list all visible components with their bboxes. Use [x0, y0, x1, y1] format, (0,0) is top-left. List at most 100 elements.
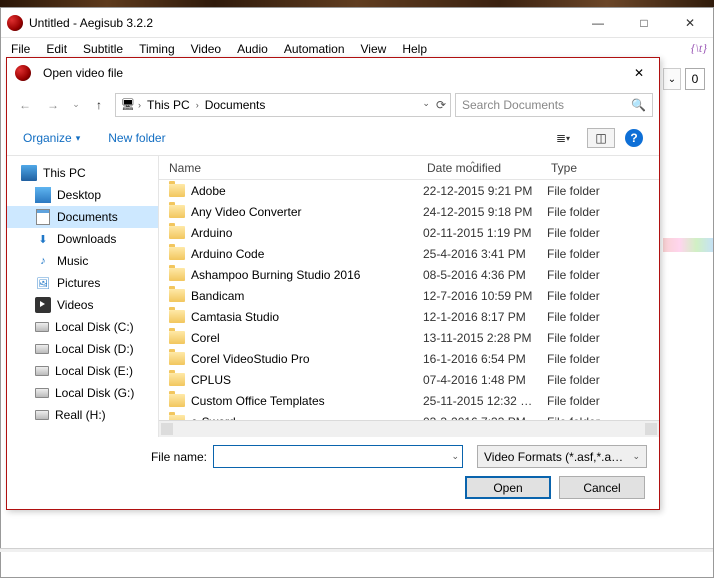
folder-icon	[169, 184, 185, 197]
view-options-button[interactable]: ≣ ▾	[549, 128, 577, 148]
window-close-button[interactable]: ✕	[667, 8, 713, 37]
organize-menu[interactable]: Organize▾	[23, 131, 80, 145]
file-name: Corel VideoStudio Pro	[191, 352, 423, 366]
file-row[interactable]: e-Sword03-3-2016 7:33 PMFile folder	[159, 411, 659, 420]
search-input[interactable]	[462, 98, 631, 112]
sidebar-item-local-disk-e-[interactable]: Local Disk (E:)	[7, 360, 158, 382]
sidebar-item-desktop[interactable]: Desktop	[7, 184, 158, 206]
address-bar[interactable]: 🖥 › This PC › Documents ⌄ ⟳	[115, 93, 451, 117]
cancel-button[interactable]: Cancel	[559, 476, 645, 499]
pic-icon: 🖼	[35, 275, 51, 291]
menu-timing[interactable]: Timing	[131, 39, 183, 59]
file-list[interactable]: Adobe22-12-2015 9:21 PMFile folderAny Vi…	[159, 180, 659, 420]
vid-icon	[35, 297, 51, 313]
sidebar-item-label: Music	[57, 254, 88, 268]
open-button[interactable]: Open	[465, 476, 551, 499]
file-name: Camtasia Studio	[191, 310, 423, 324]
sidebar: This PCDesktop Documents ⬇Downloads ♪ Music 🖼…	[7, 156, 159, 437]
refresh-icon[interactable]: ⟳	[436, 98, 446, 112]
sidebar-item-videos[interactable]: Videos	[7, 294, 158, 316]
sidebar-item-label: Pictures	[57, 276, 100, 290]
menu-audio[interactable]: Audio	[229, 39, 276, 59]
filetype-filter[interactable]: Video Formats (*.asf,*.avi,*.avs, ⌄	[477, 445, 647, 468]
filename-input[interactable]	[213, 445, 463, 468]
effect-placeholder: {\t}	[691, 41, 707, 56]
file-row[interactable]: Any Video Converter24-12-2015 9:18 PMFil…	[159, 201, 659, 222]
sidebar-item-downloads[interactable]: ⬇Downloads	[7, 228, 158, 250]
right-toolbar: ⌄ 0	[663, 68, 711, 90]
menu-file[interactable]: File	[3, 39, 38, 59]
file-row[interactable]: Ashampoo Burning Studio 201608-5-2016 4:…	[159, 264, 659, 285]
file-row[interactable]: Corel VideoStudio Pro16-1-2016 6:54 PMFi…	[159, 348, 659, 369]
column-headers[interactable]: Name ⌃ Date modified Type	[159, 156, 659, 180]
folder-icon	[169, 310, 185, 323]
menu-subtitle[interactable]: Subtitle	[75, 39, 131, 59]
menu-help[interactable]: Help	[394, 39, 435, 59]
file-row[interactable]: CPLUS07-4-2016 1:48 PMFile folder	[159, 369, 659, 390]
menu-automation[interactable]: Automation	[276, 39, 353, 59]
dialog-titlebar[interactable]: Open video file ✕	[7, 58, 659, 88]
filename-label: File name:	[147, 450, 207, 464]
sidebar-item-label: Documents	[57, 210, 118, 224]
menu-video[interactable]: Video	[183, 39, 229, 59]
column-type[interactable]: Type	[541, 161, 659, 175]
breadcrumb[interactable]: This PC	[143, 96, 194, 114]
folder-icon	[169, 331, 185, 344]
maximize-button[interactable]: □	[621, 8, 667, 37]
sidebar-item-documents[interactable]: Documents	[7, 206, 158, 228]
preview-pane-button[interactable]: ◫	[587, 128, 615, 148]
window-title: Untitled - Aegisub 3.2.2	[29, 16, 153, 30]
toolbar-dropdown[interactable]: ⌄	[663, 68, 681, 90]
file-row[interactable]: Corel13-11-2015 2:28 PMFile folder	[159, 327, 659, 348]
search-box[interactable]: 🔍	[455, 93, 653, 117]
help-icon[interactable]: ?	[625, 129, 643, 147]
file-row[interactable]: Arduino Code25-4-2016 3:41 PMFile folder	[159, 243, 659, 264]
sidebar-item-music[interactable]: ♪ Music	[7, 250, 158, 272]
sidebar-item-local-disk-c-[interactable]: Local Disk (C:)	[7, 316, 158, 338]
file-list-area: Name ⌃ Date modified Type Adobe22-12-201…	[159, 156, 659, 437]
file-date: 22-12-2015 9:21 PM	[423, 184, 547, 198]
horizontal-scrollbar[interactable]	[159, 420, 659, 437]
music-icon: ♪	[35, 253, 51, 269]
menu-view[interactable]: View	[353, 39, 395, 59]
menu-edit[interactable]: Edit	[38, 39, 75, 59]
sidebar-item-this-pc[interactable]: This PC	[7, 162, 158, 184]
dialog-bottom-panel: File name: ⌄ Video Formats (*.asf,*.avi,…	[7, 437, 659, 509]
layer-number[interactable]: 0	[685, 68, 705, 90]
file-name: Custom Office Templates	[191, 394, 423, 408]
disk-icon	[35, 366, 49, 376]
folder-icon	[169, 373, 185, 386]
file-row[interactable]: Custom Office Templates25-11-2015 12:32 …	[159, 390, 659, 411]
app-icon	[7, 15, 23, 31]
back-button[interactable]: ←	[13, 93, 37, 117]
sidebar-item-local-disk-g-[interactable]: Local Disk (G:)	[7, 382, 158, 404]
filename-combo-arrow[interactable]: ⌄	[451, 451, 459, 462]
file-row[interactable]: Adobe22-12-2015 9:21 PMFile folder	[159, 180, 659, 201]
column-date[interactable]: Date modified	[417, 161, 541, 175]
new-folder-button[interactable]: New folder	[108, 131, 165, 145]
sidebar-item-pictures[interactable]: 🖼 Pictures	[7, 272, 158, 294]
file-date: 02-11-2015 1:19 PM	[423, 226, 547, 240]
history-dropdown-icon[interactable]: ⌄	[422, 98, 430, 112]
file-type: File folder	[547, 247, 659, 261]
minimize-button[interactable]: —	[575, 8, 621, 37]
breadcrumb[interactable]: Documents	[201, 96, 270, 114]
disk-icon	[35, 344, 49, 354]
file-type: File folder	[547, 394, 659, 408]
file-row[interactable]: Arduino02-11-2015 1:19 PMFile folder	[159, 222, 659, 243]
titlebar[interactable]: Untitled - Aegisub 3.2.2 — □ ✕	[1, 8, 713, 38]
sidebar-item-reall-h-[interactable]: Reall (H:)	[7, 404, 158, 426]
file-date: 07-4-2016 1:48 PM	[423, 373, 547, 387]
sidebar-item-label: Videos	[57, 298, 93, 312]
forward-button[interactable]: →	[41, 93, 65, 117]
file-row[interactable]: Camtasia Studio12-1-2016 8:17 PMFile fol…	[159, 306, 659, 327]
recent-dropdown[interactable]: ⌄	[69, 93, 83, 117]
file-row[interactable]: Bandicam12-7-2016 10:59 PMFile folder	[159, 285, 659, 306]
dialog-icon	[15, 65, 31, 81]
file-type: File folder	[547, 184, 659, 198]
sidebar-item-local-disk-d-[interactable]: Local Disk (D:)	[7, 338, 158, 360]
column-name[interactable]: Name	[159, 161, 417, 175]
dialog-close-button[interactable]: ✕	[623, 60, 655, 86]
file-date: 13-11-2015 2:28 PM	[423, 331, 547, 345]
up-button[interactable]: ↑	[87, 93, 111, 117]
